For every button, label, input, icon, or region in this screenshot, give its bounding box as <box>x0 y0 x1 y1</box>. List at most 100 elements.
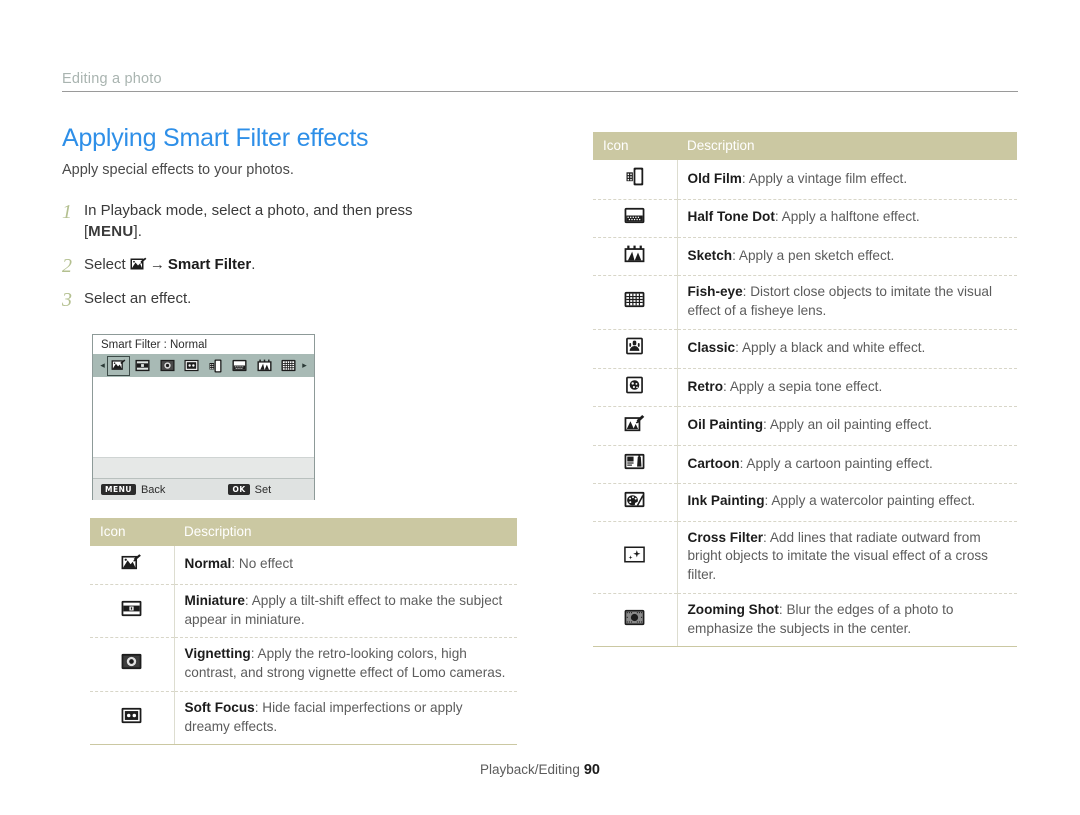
menu-key-label: MENU <box>88 223 134 241</box>
lcd-old-film-filter-icon[interactable] <box>206 358 225 374</box>
step-number: 2 <box>62 254 72 277</box>
filter-name: Miniature <box>184 592 245 608</box>
lcd-normal-filter-icon[interactable] <box>107 355 130 376</box>
table-cell-description: Classic: Apply a black and white effect. <box>677 329 1017 369</box>
filter-desc: Apply a vintage film effect. <box>748 170 908 186</box>
lcd-title: Smart Filter : Normal <box>101 339 208 351</box>
filter-name: Old Film <box>687 170 742 186</box>
lcd-info-bar <box>93 457 314 478</box>
table-cell-description: Normal: No effect <box>174 546 517 585</box>
filter-desc: Apply an oil painting effect. <box>769 417 933 433</box>
page-title: Applying Smart Filter effects <box>62 124 369 152</box>
step-text: Select → Smart Filter. <box>84 254 255 275</box>
lcd-miniature-filter-icon[interactable] <box>133 358 152 374</box>
table-cell-description: Cross Filter: Add lines that radiate out… <box>677 521 1017 594</box>
soft-focus-filter-icon <box>90 691 175 746</box>
retro-filter-icon <box>593 368 678 408</box>
vignetting-filter-icon <box>90 637 175 692</box>
instruction-steps: 1 In Playback mode, select a photo, and … <box>62 200 522 311</box>
step-2-text: Select <box>84 255 126 273</box>
table-cell-description: Half Tone Dot: Apply a halftone effect. <box>677 199 1017 238</box>
ink-painting-filter-icon <box>593 483 678 522</box>
step-number: 3 <box>62 288 72 311</box>
zooming-shot-filter-icon <box>593 593 678 648</box>
filter-description-table: Icon Description Old Film: Apply a vinta… <box>593 132 1017 648</box>
page-subtitle: Apply special effects to your photos. <box>62 162 294 178</box>
lcd-vignetting-filter-icon[interactable] <box>158 358 177 374</box>
table-row: Vignetting: Apply the retro-looking colo… <box>90 637 517 692</box>
table-row: Classic: Apply a black and white effect. <box>593 329 1017 369</box>
step-item-2: 2 Select → Smart Filter. <box>62 254 522 277</box>
table-row: Old Film: Apply a vintage film effect. <box>593 160 1017 200</box>
step-item-3: 3 Select an effect. <box>62 288 522 311</box>
filter-name: Cartoon <box>687 455 740 471</box>
column-header-description: Description <box>677 132 1017 160</box>
filter-icon-strip[interactable]: ◂ ▸ <box>93 354 314 377</box>
lcd-footer-bar: MENU Back OK Set <box>93 478 314 500</box>
table-row: Ink Painting: Apply a watercolor paintin… <box>593 483 1017 522</box>
step-text: Select an effect. <box>84 289 192 307</box>
filter-sep: : <box>723 378 730 394</box>
breadcrumb: Editing a photo <box>62 70 1018 92</box>
breadcrumb-label: Editing a photo <box>62 71 162 87</box>
filter-name: Fish-eye <box>687 284 743 300</box>
filter-description-table: Icon Description Normal: No effect Minia… <box>90 518 517 746</box>
lcd-sketch-filter-icon[interactable] <box>255 358 274 374</box>
step-1-text: In Playback mode, select a photo, and th… <box>84 202 413 219</box>
table-row: Cross Filter: Add lines that radiate out… <box>593 521 1017 594</box>
lcd-half-tone-dot-filter-icon[interactable] <box>230 358 249 374</box>
lcd-preview-area <box>93 377 314 457</box>
filter-name: Ink Painting <box>687 493 765 509</box>
menu-button-chip[interactable]: MENU <box>101 483 136 496</box>
filter-desc: Apply a sepia tone effect. <box>729 378 883 394</box>
table-row: Zooming Shot: Blur the edges of a photo … <box>593 593 1017 648</box>
smart-filter-table-left: Icon Description Normal: No effect Minia… <box>90 518 517 746</box>
lcd-soft-focus-filter-icon[interactable] <box>182 358 201 374</box>
table-row: Cartoon: Apply a cartoon painting effect… <box>593 445 1017 484</box>
lcd-back-label: Back <box>140 483 166 496</box>
strip-left-arrow-icon[interactable]: ◂ <box>97 360 108 371</box>
table-row: Retro: Apply a sepia tone effect. <box>593 368 1017 408</box>
table-row: Normal: No effect <box>90 546 517 585</box>
filter-sep: : <box>774 209 782 225</box>
sketch-filter-icon <box>593 237 678 277</box>
table-cell-description: Zooming Shot: Blur the edges of a photo … <box>677 593 1017 648</box>
left-content-column: Applying Smart Filter effects Apply spec… <box>62 124 522 322</box>
lcd-back-control[interactable]: MENU Back <box>101 484 165 496</box>
filter-sep: : <box>732 247 739 263</box>
smart-filter-table-right: Icon Description Old Film: Apply a vinta… <box>593 132 1017 648</box>
filter-name: Half Tone Dot <box>687 209 775 225</box>
step-2-arrow: → <box>149 255 165 273</box>
table-cell-description: Retro: Apply a sepia tone effect. <box>677 368 1017 408</box>
table-row: Soft Focus: Hide facial imperfections or… <box>90 691 517 746</box>
table-row: Oil Painting: Apply an oil painting effe… <box>593 406 1017 446</box>
column-header-icon: Icon <box>90 518 174 546</box>
page-number: 90 <box>583 762 600 778</box>
filter-desc: Apply a black and white effect. <box>741 339 926 355</box>
oil-painting-filter-icon <box>593 406 678 446</box>
filter-name: Soft Focus <box>184 699 255 715</box>
footer-section-label: Playback/Editing <box>480 762 580 777</box>
step-1-bracket-close: ]. <box>133 223 142 241</box>
filter-name: Vignetting <box>184 646 251 662</box>
filter-desc: No effect <box>238 556 294 571</box>
ok-button-chip[interactable]: OK <box>228 483 250 496</box>
old-film-filter-icon <box>593 160 678 200</box>
lcd-fish-eye-filter-icon[interactable] <box>279 358 298 374</box>
lcd-set-control[interactable]: OK Set <box>228 484 271 496</box>
smart-filter-icon <box>130 257 147 272</box>
table-header-row: Icon Description <box>90 518 517 546</box>
table-cell-description: Sketch: Apply a pen sketch effect. <box>677 237 1017 277</box>
table-cell-description: Vignetting: Apply the retro-looking colo… <box>174 637 517 692</box>
table-cell-description: Soft Focus: Hide facial imperfections or… <box>174 691 517 746</box>
miniature-filter-icon <box>90 584 175 639</box>
filter-name: Sketch <box>687 247 733 263</box>
table-row: Sketch: Apply a pen sketch effect. <box>593 237 1017 277</box>
strip-right-arrow-icon[interactable]: ▸ <box>299 360 310 371</box>
table-row: Fish-eye: Distort close objects to imita… <box>593 275 1017 330</box>
column-header-description: Description <box>174 518 517 546</box>
breadcrumb-divider <box>62 91 1018 92</box>
filter-icon-list <box>107 355 299 376</box>
filter-desc: Apply a halftone effect. <box>781 209 920 225</box>
filter-name: Cross Filter <box>687 529 764 545</box>
